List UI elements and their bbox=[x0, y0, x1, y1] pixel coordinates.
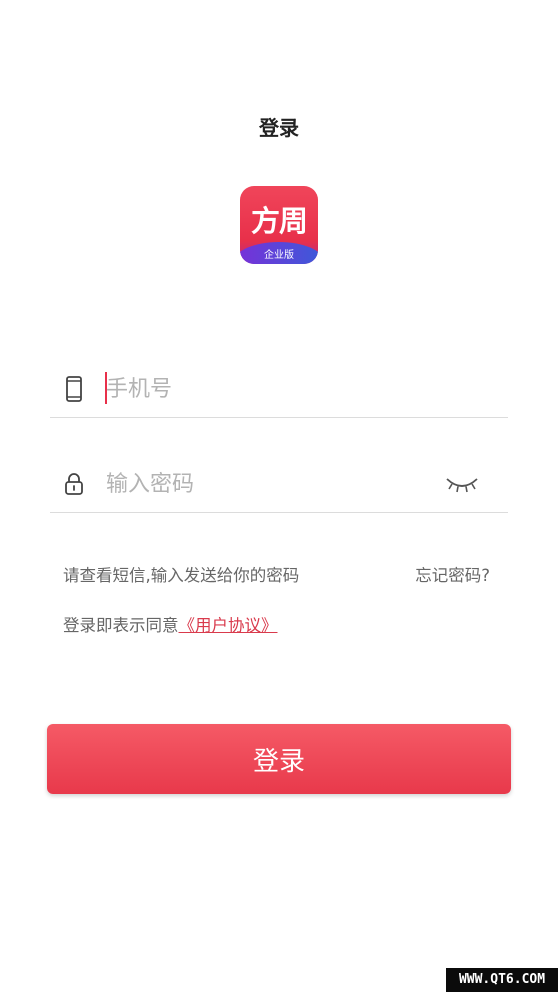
phone-input[interactable] bbox=[106, 372, 426, 406]
forgot-password-link[interactable]: 忘记密码? bbox=[415, 562, 490, 586]
watermark: WWW.QT6.COM bbox=[446, 968, 558, 992]
logo-main-text: 方周 bbox=[250, 204, 308, 238]
agreement-text: 登录即表示同意《用户协议》 bbox=[63, 612, 278, 636]
user-agreement-link[interactable]: 《用户协议》 bbox=[179, 616, 278, 635]
sms-hint-text: 请查看短信,输入发送给你的密码 bbox=[63, 566, 300, 585]
agreement-prefix: 登录即表示同意 bbox=[63, 616, 179, 635]
logo-sub-text: 企业版 bbox=[264, 250, 294, 261]
phone-icon bbox=[62, 376, 86, 402]
app-logo: 方周 企业版 bbox=[240, 186, 318, 264]
page-title: 登录 bbox=[259, 116, 299, 140]
phone-field bbox=[50, 366, 508, 418]
password-field bbox=[50, 461, 508, 513]
password-input[interactable] bbox=[106, 467, 426, 501]
eye-closed-icon[interactable] bbox=[444, 471, 480, 497]
lock-icon bbox=[62, 471, 86, 497]
login-button[interactable]: 登录 bbox=[47, 724, 511, 794]
